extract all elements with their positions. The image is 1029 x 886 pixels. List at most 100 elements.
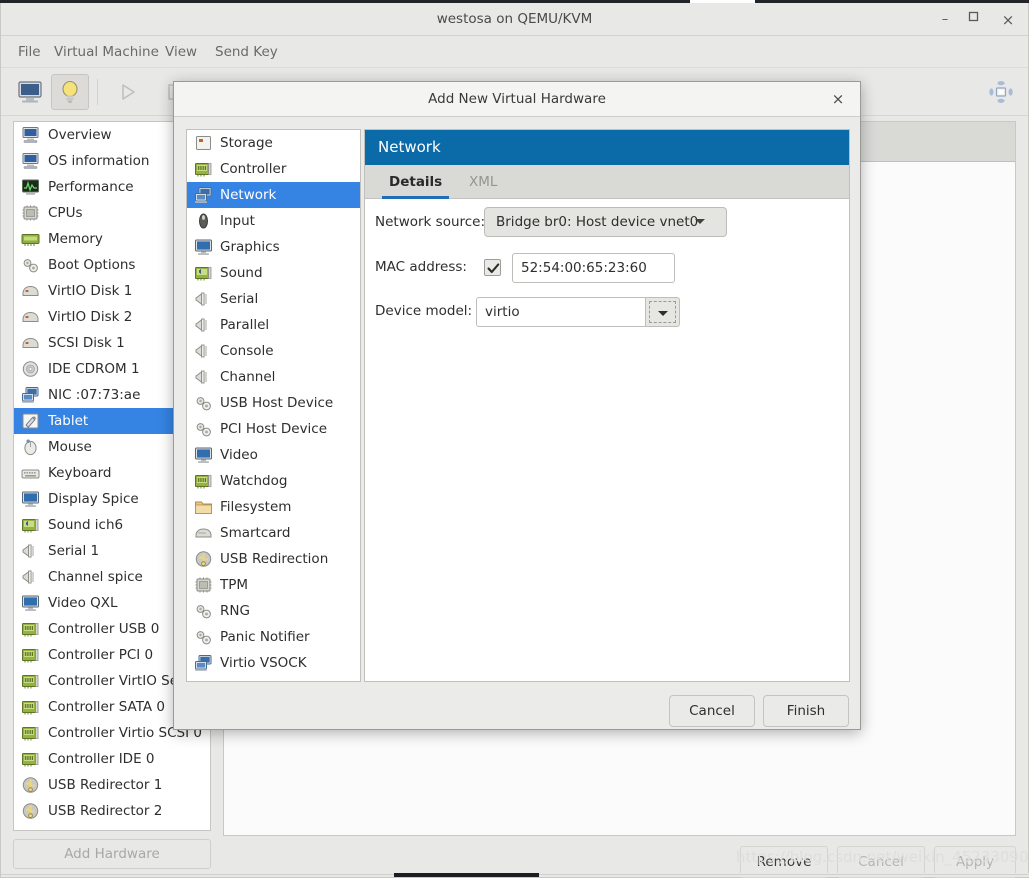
tab-details[interactable]: Details	[375, 165, 456, 199]
minimize-button[interactable]: –	[936, 11, 954, 29]
device-category-item[interactable]: Filesystem	[187, 494, 360, 520]
performance-graph-icon	[21, 178, 40, 196]
hardware-list-item-label: USB Redirector 1	[48, 777, 163, 793]
device-category-list[interactable]: Storage Controller Network Input Graphics Sou…	[186, 129, 361, 682]
hardware-list-item-label: Tablet	[48, 413, 89, 429]
serial-port-icon	[22, 570, 34, 584]
hardware-list-item-label: IDE CDROM 1	[48, 361, 140, 377]
hardware-list-item-label: CPUs	[48, 205, 83, 221]
performance-graph-icon	[22, 179, 39, 195]
monitor-icon	[18, 81, 42, 103]
display-icon	[21, 490, 40, 508]
mac-address-checkbox[interactable]	[484, 259, 501, 276]
tab-xml[interactable]: XML	[455, 165, 511, 199]
network-icon	[195, 655, 212, 671]
device-category-item[interactable]: Network	[187, 182, 360, 208]
serial-port-icon	[22, 544, 34, 558]
serial-port-icon	[194, 290, 213, 308]
controller-card-icon	[195, 163, 212, 177]
run-button[interactable]	[109, 74, 147, 110]
menu-view[interactable]: View	[156, 36, 206, 68]
device-category-item[interactable]: Video	[187, 442, 360, 468]
hard-disk-icon	[22, 285, 39, 296]
device-category-item[interactable]: Parallel	[187, 312, 360, 338]
device-category-item[interactable]: Virtio VSOCK	[187, 650, 360, 676]
device-category-item-label: Sound	[220, 265, 263, 281]
device-category-item[interactable]: Watchdog	[187, 468, 360, 494]
serial-port-icon	[194, 368, 213, 386]
cpu-chip-icon	[21, 204, 40, 222]
controller-card-icon	[22, 675, 39, 689]
device-category-item[interactable]: Smartcard	[187, 520, 360, 546]
controller-card-icon	[22, 623, 39, 637]
cpu-chip-icon	[195, 577, 212, 593]
show-details-button[interactable]	[51, 74, 89, 110]
device-category-item[interactable]: RNG	[187, 598, 360, 624]
device-category-item[interactable]: TPM	[187, 572, 360, 598]
keyboard-icon	[21, 469, 40, 479]
device-category-item[interactable]: Console	[187, 338, 360, 364]
taskbar-fragment	[1, 873, 1029, 877]
menu-send-key[interactable]: Send Key	[206, 36, 287, 68]
device-model-input[interactable]: virtio	[476, 297, 646, 327]
hardware-list-item[interactable]: Controller IDE 0	[14, 746, 210, 772]
hard-disk-icon	[21, 282, 40, 300]
hardware-list-item-label: USB Redirector 2	[48, 803, 163, 819]
hardware-list-item-label: Sound ich6	[48, 517, 124, 533]
show-console-button[interactable]	[11, 74, 49, 110]
memory-stick-icon	[21, 234, 40, 246]
dialog-cancel-button[interactable]: Cancel	[669, 695, 755, 727]
device-category-item[interactable]: Sound	[187, 260, 360, 286]
menu-file[interactable]: File	[9, 36, 50, 68]
device-category-item[interactable]: Channel	[187, 364, 360, 390]
dialog-close-button[interactable]: ×	[830, 91, 846, 107]
controller-card-icon	[22, 727, 39, 741]
close-window-button[interactable]: ×	[999, 11, 1017, 29]
dialog-finish-button[interactable]: Finish	[763, 695, 849, 727]
device-category-item[interactable]: Storage	[187, 130, 360, 156]
maximize-button[interactable]	[968, 11, 986, 29]
tablet-pen-icon	[22, 413, 39, 429]
usb-icon	[22, 777, 39, 793]
tablet-pen-icon	[21, 412, 40, 430]
serial-port-icon	[195, 292, 207, 306]
mac-address-row: MAC address: 52:54:00:65:23:60	[365, 246, 849, 290]
serial-port-icon	[21, 568, 40, 586]
controller-card-icon	[195, 475, 212, 489]
device-category-item-label: Parallel	[220, 317, 270, 333]
device-category-item[interactable]: Serial	[187, 286, 360, 312]
hardware-list-item-label: Boot Options	[48, 257, 136, 273]
controller-card-icon	[194, 472, 213, 490]
hardware-list-item-label: Controller IDE 0	[48, 751, 155, 767]
hardware-list-item[interactable]: USB Redirector 2	[14, 798, 210, 824]
network-source-dropdown[interactable]: Bridge br0: Host device vnet0	[484, 207, 728, 237]
storage-icon	[194, 134, 213, 152]
hardware-list-item-label: VirtIO Disk 2	[48, 309, 133, 325]
hardware-list-item[interactable]: USB Redirector 1	[14, 772, 210, 798]
device-category-item[interactable]: USB Redirection	[187, 546, 360, 572]
device-details-pane: Network Details XML Network source: Brid…	[364, 129, 850, 682]
menu-virtual-machine[interactable]: Virtual Machine	[45, 36, 168, 68]
device-category-item[interactable]: Panic Notifier	[187, 624, 360, 650]
add-hardware-button[interactable]: Add Hardware	[13, 839, 211, 869]
cpu-chip-icon	[22, 205, 39, 221]
hardware-list-item-label: Controller SATA 0	[48, 699, 166, 715]
controller-card-icon	[22, 753, 39, 767]
device-category-item[interactable]: Controller	[187, 156, 360, 182]
fullscreen-pin-icon[interactable]	[988, 79, 1014, 105]
device-category-item[interactable]: USB Host Device	[187, 390, 360, 416]
device-category-item-label: Input	[220, 213, 255, 229]
memory-stick-icon	[21, 230, 40, 248]
mac-address-input[interactable]: 52:54:00:65:23:60	[512, 253, 675, 283]
device-model-dropdown-button[interactable]	[646, 297, 680, 327]
computer-icon	[22, 153, 39, 169]
controller-card-icon	[194, 160, 213, 178]
device-category-item[interactable]: Graphics	[187, 234, 360, 260]
hardware-list-item-label: Controller USB 0	[48, 621, 160, 637]
network-icon	[194, 654, 213, 672]
hardware-list-item-label: VirtIO Disk 1	[48, 283, 133, 299]
checkmark-icon	[487, 263, 500, 274]
add-hardware-dialog: Add New Virtual Hardware × Storage Contro…	[173, 81, 861, 730]
device-category-item[interactable]: PCI Host Device	[187, 416, 360, 442]
device-category-item[interactable]: Input	[187, 208, 360, 234]
